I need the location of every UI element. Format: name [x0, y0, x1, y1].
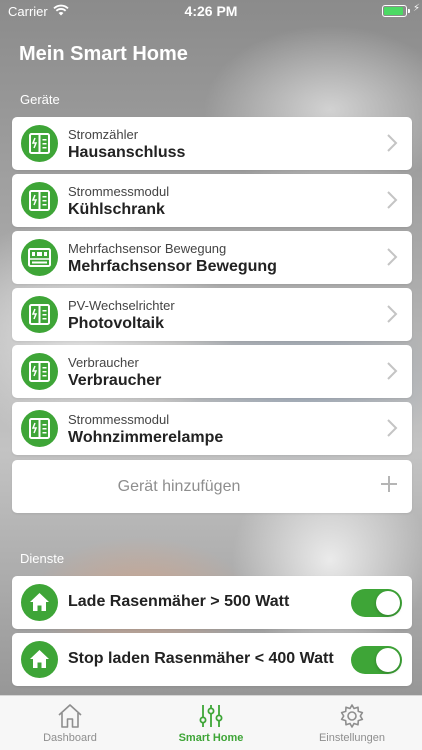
toggle-knob — [376, 648, 400, 672]
charging-bolt-icon: ⚡ — [412, 3, 420, 14]
add-device-label: Gerät hinzufügen — [117, 478, 241, 495]
house-outline-icon — [58, 704, 82, 728]
meter-icon — [21, 296, 58, 333]
tab-dashboard[interactable]: Dashboard — [0, 696, 140, 750]
tab-label: Einstellungen — [318, 732, 386, 744]
device-type-label: Stromzähler — [68, 127, 139, 142]
device-name-label: Wohnzimmerelampe — [68, 429, 224, 446]
device-type-label: PV-Wechselrichter — [68, 298, 175, 313]
meter-icon — [21, 353, 58, 390]
home-icon — [21, 584, 58, 621]
services-section-label: Dienste — [20, 551, 65, 566]
device-name-label: Photovoltaik — [68, 315, 165, 332]
device-name-label: Mehrfachsensor Bewegung — [68, 258, 277, 275]
sliders-icon — [199, 705, 223, 727]
battery-icon — [382, 5, 412, 17]
tab-bar: Dashboard Smart Home Einstellungen — [0, 695, 422, 750]
service-toggle[interactable] — [351, 589, 402, 617]
device-name-label: Hausanschluss — [68, 144, 186, 161]
chevron-right-icon — [387, 134, 398, 152]
device-row-mehrfachsensor[interactable]: Mehrfachsensor Bewegung Mehrfachsensor B… — [12, 231, 412, 284]
meter-icon — [21, 182, 58, 219]
service-row-lade-rasenmaeher[interactable]: Lade Rasenmäher > 500 Watt — [12, 576, 412, 629]
home-icon — [21, 641, 58, 678]
service-row-stop-laden[interactable]: Stop laden Rasenmäher < 400 Watt — [12, 633, 412, 686]
chevron-right-icon — [387, 305, 398, 323]
device-type-label: Strommessmodul — [68, 412, 170, 427]
tab-label: Smart Home — [178, 732, 244, 744]
clock: 4:26 PM — [184, 3, 238, 19]
service-name-label: Stop laden Rasenmäher < 400 Watt — [68, 650, 334, 667]
meter-icon — [21, 125, 58, 162]
device-type-label: Strommessmodul — [68, 184, 170, 199]
chevron-right-icon — [387, 248, 398, 266]
device-row-photovoltaik[interactable]: PV-Wechselrichter Photovoltaik — [12, 288, 412, 341]
status-bar: Carrier 4:26 PM ⚡ — [0, 0, 422, 22]
device-type-label: Mehrfachsensor Bewegung — [68, 241, 227, 256]
device-type-label: Verbraucher — [68, 355, 139, 370]
device-name-label: Kühlschrank — [68, 201, 165, 218]
chevron-right-icon — [387, 419, 398, 437]
chevron-right-icon — [387, 362, 398, 380]
service-toggle[interactable] — [351, 646, 402, 674]
tab-label: Dashboard — [43, 732, 97, 744]
device-row-hausanschluss[interactable]: Stromzähler Hausanschluss — [12, 117, 412, 170]
meter-icon — [21, 410, 58, 447]
device-row-kuehlschrank[interactable]: Strommessmodul Kühlschrank — [12, 174, 412, 227]
toggle-knob — [376, 591, 400, 615]
tab-smart-home[interactable]: Smart Home — [141, 696, 281, 750]
plus-icon — [381, 476, 397, 492]
chevron-right-icon — [387, 191, 398, 209]
page-title: Mein Smart Home — [19, 43, 188, 65]
service-name-label: Lade Rasenmäher > 500 Watt — [68, 593, 290, 610]
gear-icon — [340, 704, 364, 728]
add-device-button[interactable]: Gerät hinzufügen — [12, 460, 412, 513]
device-row-wohnzimmerelampe[interactable]: Strommessmodul Wohnzimmerelampe — [12, 402, 412, 455]
device-row-verbraucher[interactable]: Verbraucher Verbraucher — [12, 345, 412, 398]
devices-section-label: Geräte — [20, 92, 60, 107]
device-name-label: Verbraucher — [68, 372, 162, 389]
sensor-icon — [21, 239, 58, 276]
tab-einstellungen[interactable]: Einstellungen — [282, 696, 422, 750]
